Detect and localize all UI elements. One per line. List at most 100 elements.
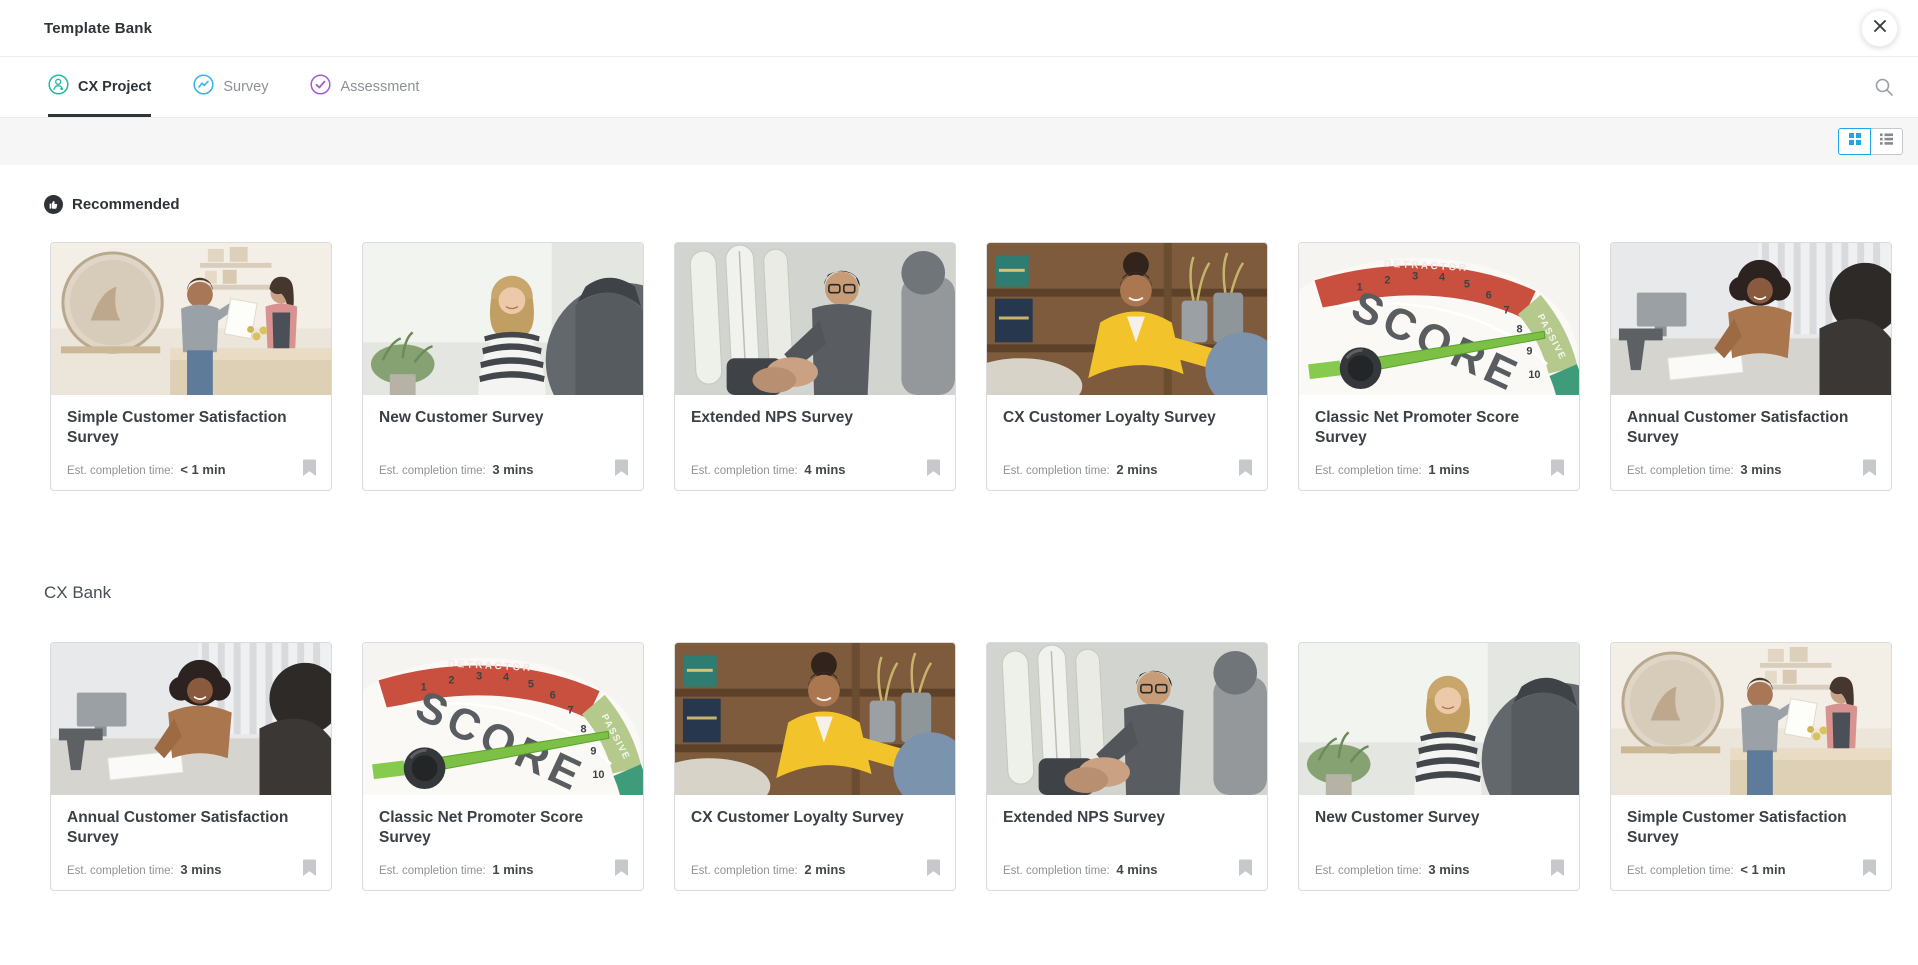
template-card[interactable]: Simple Customer Satisfaction Survey Est.… <box>50 242 332 491</box>
template-title: Annual Customer Satisfaction Survey <box>67 808 317 849</box>
completion-time: Est. completion time: 1 mins <box>1315 462 1470 477</box>
card-meta: Est. completion time: 4 mins <box>691 458 941 477</box>
card-body: Simple Customer Satisfaction Survey Est.… <box>51 395 331 490</box>
svg-text:4: 4 <box>503 672 509 684</box>
completion-time: Est. completion time: 3 mins <box>67 862 222 877</box>
card-body: Simple Customer Satisfaction Survey Est.… <box>1611 795 1891 890</box>
recommended-icon <box>44 195 63 214</box>
template-card[interactable]: CX Customer Loyalty Survey Est. completi… <box>986 242 1268 491</box>
thumbnail-yellow-jacket-woman <box>675 643 955 795</box>
grid-view-icon <box>1848 132 1862 151</box>
search-button[interactable] <box>1874 77 1894 102</box>
view-toolbar <box>0 118 1918 165</box>
list-view-button[interactable] <box>1870 128 1903 155</box>
svg-text:4: 4 <box>1439 272 1445 284</box>
thumbnail-retail-shop <box>51 243 331 395</box>
check-circle-icon <box>310 74 331 100</box>
template-title: Simple Customer Satisfaction Survey <box>1627 808 1877 849</box>
grid-view-button[interactable] <box>1838 128 1871 155</box>
thumbnail-office-interview <box>51 643 331 795</box>
bookmark-icon[interactable] <box>926 458 941 477</box>
bookmark-icon[interactable] <box>302 858 317 877</box>
card-body: CX Customer Loyalty Survey Est. completi… <box>675 795 955 890</box>
page-title: Template Bank <box>44 20 152 37</box>
completion-time: Est. completion time: 4 mins <box>691 462 846 477</box>
thumbnail-handshake-surfboards <box>675 243 955 395</box>
completion-time: Est. completion time: 3 mins <box>1627 462 1782 477</box>
thumbnail-retail-shop <box>1611 643 1891 795</box>
thumbnail-score-gauge: DETRACTORPASSIVE12345678910SCORE <box>363 643 643 795</box>
card-meta: Est. completion time: 3 mins <box>67 858 317 877</box>
template-card[interactable]: Extended NPS Survey Est. completion time… <box>674 242 956 491</box>
list-view-icon <box>1879 132 1894 151</box>
tab-survey[interactable]: Survey <box>193 57 268 117</box>
tab-label: Survey <box>223 79 268 95</box>
svg-text:8: 8 <box>1516 323 1522 335</box>
template-title: Classic Net Promoter Score Survey <box>379 808 629 849</box>
card-meta: Est. completion time: 1 mins <box>379 858 629 877</box>
template-card[interactable]: DETRACTORPASSIVE12345678910SCORE Classic… <box>362 642 644 891</box>
card-body: Extended NPS Survey Est. completion time… <box>987 795 1267 890</box>
bookmark-icon[interactable] <box>1862 458 1877 477</box>
bookmark-icon[interactable] <box>614 858 629 877</box>
section-header: Recommended <box>44 195 1918 214</box>
tab-cx-project[interactable]: CX Project <box>48 57 151 117</box>
bookmark-icon[interactable] <box>1238 458 1253 477</box>
svg-text:9: 9 <box>1526 345 1532 357</box>
template-card[interactable]: Extended NPS Survey Est. completion time… <box>986 642 1268 891</box>
thumbnail-handshake-surfboards <box>987 643 1267 795</box>
template-title: Extended NPS Survey <box>691 408 941 428</box>
card-meta: Est. completion time: 3 mins <box>1627 458 1877 477</box>
bookmark-icon[interactable] <box>1550 858 1565 877</box>
section-recommended: Recommended Simple Customer Satisfaction… <box>0 195 1918 491</box>
svg-text:9: 9 <box>590 745 596 757</box>
close-button[interactable] <box>1861 10 1898 47</box>
template-title: Annual Customer Satisfaction Survey <box>1627 408 1877 449</box>
template-title: New Customer Survey <box>1315 808 1565 828</box>
svg-text:10: 10 <box>1528 369 1540 381</box>
bookmark-icon[interactable] <box>1550 458 1565 477</box>
template-card[interactable]: Annual Customer Satisfaction Survey Est.… <box>50 642 332 891</box>
template-title: Classic Net Promoter Score Survey <box>1315 408 1565 449</box>
bookmark-icon[interactable] <box>1862 858 1877 877</box>
template-card[interactable]: CX Customer Loyalty Survey Est. completi… <box>674 642 956 891</box>
template-card[interactable]: DETRACTORPASSIVE12345678910SCORE Classic… <box>1298 242 1580 491</box>
bookmark-icon[interactable] <box>1238 858 1253 877</box>
svg-text:2: 2 <box>1384 275 1390 287</box>
card-grid: Simple Customer Satisfaction Survey Est.… <box>0 242 1918 491</box>
template-title: Simple Customer Satisfaction Survey <box>67 408 317 449</box>
svg-text:3: 3 <box>476 671 482 683</box>
bookmark-icon[interactable] <box>614 458 629 477</box>
template-card[interactable]: New Customer Survey Est. completion time… <box>362 242 644 491</box>
tab-assessment[interactable]: Assessment <box>310 57 419 117</box>
card-meta: Est. completion time: 1 mins <box>1315 458 1565 477</box>
tab-label: Assessment <box>340 79 419 95</box>
svg-text:3: 3 <box>1412 271 1418 283</box>
card-body: Classic Net Promoter Score Survey Est. c… <box>1299 395 1579 490</box>
svg-text:6: 6 <box>550 690 556 702</box>
svg-text:10: 10 <box>592 769 604 781</box>
card-meta: Est. completion time: 4 mins <box>1003 858 1253 877</box>
view-toggle-group <box>1838 128 1903 155</box>
thumbnail-yellow-jacket-woman <box>987 243 1267 395</box>
completion-time: Est. completion time: < 1 min <box>1627 862 1786 877</box>
completion-time: Est. completion time: < 1 min <box>67 462 226 477</box>
card-meta: Est. completion time: < 1 min <box>67 458 317 477</box>
completion-time: Est. completion time: 3 mins <box>379 462 534 477</box>
close-icon <box>1872 18 1888 39</box>
template-card[interactable]: New Customer Survey Est. completion time… <box>1298 642 1580 891</box>
bookmark-icon[interactable] <box>302 458 317 477</box>
thumbnail-striped-shirt-woman <box>363 243 643 395</box>
card-grid: Annual Customer Satisfaction Survey Est.… <box>0 642 1918 891</box>
card-body: CX Customer Loyalty Survey Est. completi… <box>987 395 1267 490</box>
template-card[interactable]: Annual Customer Satisfaction Survey Est.… <box>1610 242 1892 491</box>
svg-text:2: 2 <box>448 675 454 687</box>
bookmark-icon[interactable] <box>926 858 941 877</box>
tab-label: CX Project <box>78 79 151 95</box>
template-card[interactable]: Simple Customer Satisfaction Survey Est.… <box>1610 642 1892 891</box>
card-meta: Est. completion time: 2 mins <box>691 858 941 877</box>
template-title: CX Customer Loyalty Survey <box>691 808 941 828</box>
thumbnail-striped-shirt-woman <box>1299 643 1579 795</box>
search-icon <box>1874 84 1894 101</box>
svg-text:5: 5 <box>1464 279 1470 291</box>
